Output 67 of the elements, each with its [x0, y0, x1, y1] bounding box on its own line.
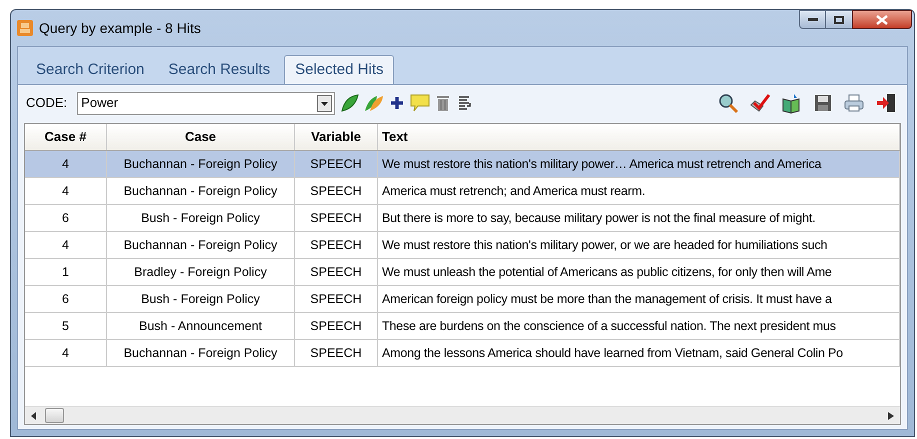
table-cell: 4: [25, 151, 107, 177]
table-cell: 1: [25, 259, 107, 285]
code-dropdown[interactable]: Power: [77, 92, 336, 114]
table-cell: Among the lessons America should have learned from Vietnam, said General Colin Po: [378, 340, 900, 366]
table-cell: Bush - Foreign Policy: [107, 205, 295, 231]
table-row[interactable]: 4 Buchannan - Foreign Policy SPEECH We must restore this nation's military power, or we are headed for humiliations such: [25, 232, 900, 259]
column-header[interactable]: Case: [107, 124, 295, 150]
table-cell: 5: [25, 313, 107, 339]
table-cell: SPEECH: [295, 313, 378, 339]
scroll-thumb[interactable]: [45, 408, 64, 423]
table-cell: SPEECH: [295, 286, 378, 312]
horizontal-scrollbar[interactable]: [25, 406, 900, 424]
maximize-button[interactable]: [826, 10, 852, 29]
save-icon[interactable]: [813, 93, 833, 113]
table-cell: Bradley - Foreign Policy: [107, 259, 295, 285]
table-cell: 4: [25, 178, 107, 204]
table-cell: SPEECH: [295, 340, 378, 366]
tab[interactable]: Search Criterion: [26, 56, 154, 84]
table-cell: SPEECH: [295, 205, 378, 231]
table-cell: Buchannan - Foreign Policy: [107, 232, 295, 258]
table-cell: 4: [25, 340, 107, 366]
table-cell: These are burdens on the conscience of a successful nation. The next president mus: [378, 313, 900, 339]
tab[interactable]: Selected Hits: [284, 55, 394, 85]
table-cell: Buchannan - Foreign Policy: [107, 178, 295, 204]
table-cell: Bush - Foreign Policy: [107, 286, 295, 312]
table-cell: 6: [25, 286, 107, 312]
table-row[interactable]: 4 Buchannan - Foreign Policy SPEECH America must retrench; and America must rearm.: [25, 178, 900, 205]
scroll-right-icon[interactable]: [888, 412, 894, 420]
table-cell: Buchannan - Foreign Policy: [107, 340, 295, 366]
table-cell: Buchannan - Foreign Policy: [107, 151, 295, 177]
code-label: CODE:: [26, 94, 68, 112]
table-cell: We must restore this nation's military power, or we are headed for humiliations such: [378, 232, 900, 258]
table-row[interactable]: 6 Bush - Foreign Policy SPEECH But there is more to say, because military power is not the final measure of might.: [25, 205, 900, 232]
table-cell: We must restore this nation's military power… America must retrench and America: [378, 151, 900, 177]
printer-icon[interactable]: [843, 93, 865, 113]
table-row[interactable]: 4 Buchannan - Foreign Policy SPEECH Among the lessons America should have learned from Vietnam, said General Colin Po: [25, 340, 900, 367]
leaf-icon[interactable]: [339, 92, 362, 114]
close-button[interactable]: [852, 10, 912, 29]
table-cell: 4: [25, 232, 107, 258]
app-icon: [17, 20, 33, 36]
table-row[interactable]: 6 Bush - Foreign Policy SPEECH American foreign policy must be more than the management of crisis. It must have a: [25, 286, 900, 313]
table-cell: American foreign policy must be more than the management of crisis. It must have a: [378, 286, 900, 312]
column-header[interactable]: Case #: [25, 124, 107, 150]
table-row[interactable]: 1 Bradley - Foreign Policy SPEECH We must unleash the potential of Americans as public citizens, for only then will Ame: [25, 259, 900, 286]
table-cell: But there is more to say, because military power is not the final measure of might.: [378, 205, 900, 231]
table-cell: Bush - Announcement: [107, 313, 295, 339]
scroll-left-icon[interactable]: [31, 412, 37, 420]
table-cell: SPEECH: [295, 259, 378, 285]
minimize-icon: [808, 18, 818, 21]
minimize-button[interactable]: [799, 10, 826, 29]
magnifier-icon[interactable]: [717, 92, 739, 114]
table-cell: SPEECH: [295, 151, 378, 177]
table-row[interactable]: 5 Bush - Announcement SPEECH These are burdens on the conscience of a successful nation. The next president mus: [25, 313, 900, 340]
close-icon: [876, 14, 888, 24]
window-title: Query by example - 8 Hits: [39, 18, 201, 38]
table-cell: We must unleash the potential of Americans as public citizens, for only then will Ame: [378, 259, 900, 285]
table-cell: SPEECH: [295, 232, 378, 258]
exit-door-icon[interactable]: [875, 92, 897, 114]
checkmark-icon[interactable]: [749, 92, 771, 114]
table-cell: 6: [25, 205, 107, 231]
tab[interactable]: Search Results: [158, 56, 280, 84]
column-header[interactable]: Text: [378, 124, 900, 150]
maximize-icon: [834, 16, 844, 24]
table-cell: America must retrench; and America must rearm.: [378, 178, 900, 204]
table-cell: SPEECH: [295, 178, 378, 204]
column-header[interactable]: Variable: [295, 124, 378, 150]
table-row[interactable]: 4 Buchannan - Foreign Policy SPEECH We must restore this nation's military power… America must retrench and America: [25, 151, 900, 178]
